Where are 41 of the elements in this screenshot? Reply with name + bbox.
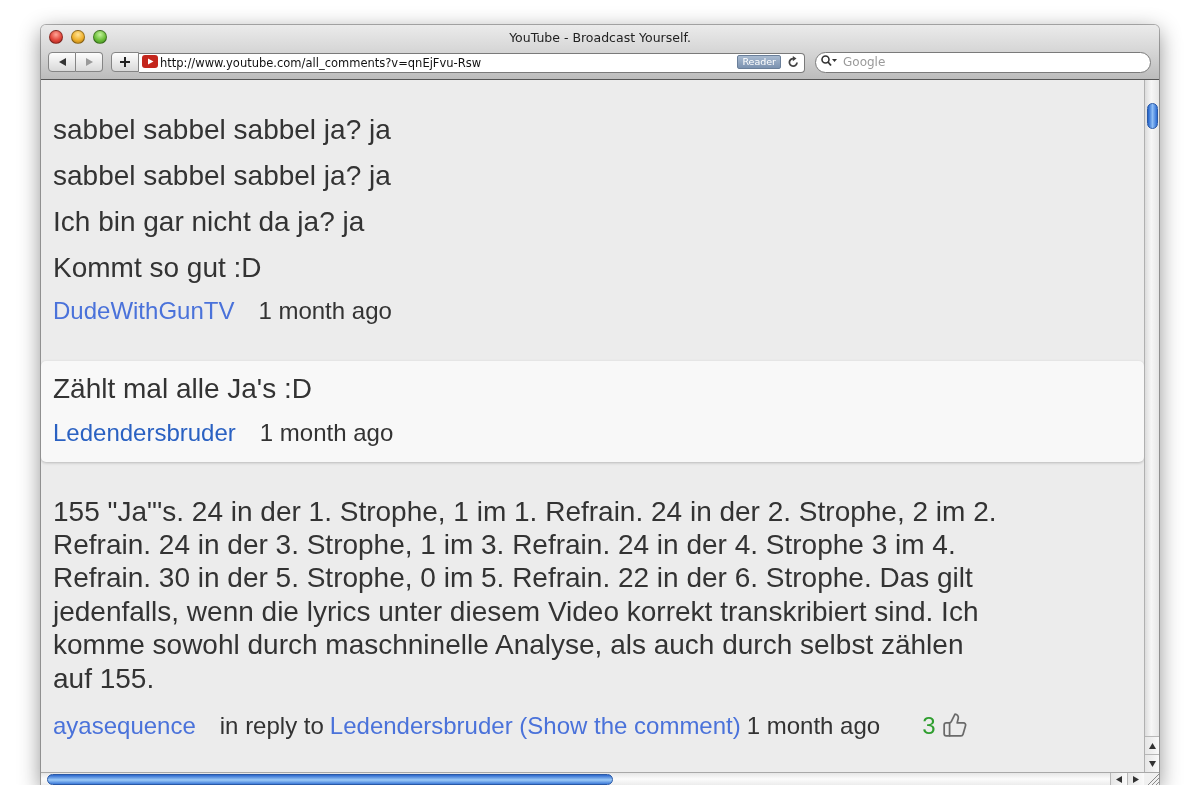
right-triangle-icon xyxy=(85,57,93,66)
search-icon xyxy=(821,55,838,67)
comment-text: Zählt mal alle Ja's :D xyxy=(53,372,313,406)
parent-comment-link[interactable]: Ledendersbruder (Show the comment) xyxy=(329,708,741,742)
comment-text: sabbel sabbel sabbel ja? ja xyxy=(53,159,392,193)
scroll-down-button[interactable] xyxy=(1145,754,1159,772)
vertical-scrollbar[interactable] xyxy=(1144,80,1159,772)
scroll-left-button[interactable] xyxy=(1110,773,1127,785)
reload-icon[interactable] xyxy=(788,55,799,68)
zoom-button[interactable] xyxy=(93,30,107,44)
right-triangle-icon xyxy=(1133,775,1139,783)
forward-button[interactable] xyxy=(76,51,103,72)
comment-time: 1 month ago xyxy=(258,296,392,326)
horizontal-scrollbar[interactable] xyxy=(41,773,1110,785)
scroll-thumb[interactable] xyxy=(1146,103,1158,129)
scroll-thumb[interactable] xyxy=(47,773,613,785)
left-triangle-icon xyxy=(1116,775,1122,783)
comment-text: 155 "Ja"'s. 24 in der 1. Strophe, 1 im 1. Refrain. 24 in der 2. Strophe, 2 im 2. Refrain. 24 in der 3. Strophe, 1 im 3. Refrain. 24 in der 4. Strophe 3 im 4. Refrain. 30 in der 5. Strophe, 0 im 5. Refrain. 22 in der 6. Strophe. Das gilt jedenfalls, wenn die lyrics unter diesem Video korrekt transkribiert sind. Ich komme sowohl durch maschninelle Analyse, als auch durch selbst zählen auf 155. xyxy=(53,494,998,695)
add-button[interactable] xyxy=(111,51,139,72)
comment-time: 1 month ago xyxy=(259,417,394,448)
close-button[interactable] xyxy=(49,30,63,44)
author-link[interactable]: DudeWithGunTV xyxy=(53,294,235,327)
thumbs-up-icon[interactable] xyxy=(941,712,968,739)
comment-text: Ich bin gar nicht da ja? ja xyxy=(53,205,366,239)
reply-label: in reply to xyxy=(219,710,324,741)
search-field[interactable]: Google xyxy=(815,51,1151,73)
author-link[interactable]: Ledendersbruder xyxy=(53,415,236,449)
scroll-right-button[interactable] xyxy=(1127,773,1144,785)
comment-time: 1 month ago xyxy=(746,710,881,741)
minimize-button[interactable] xyxy=(71,30,85,44)
comment-text: Kommt so gut :D xyxy=(53,251,263,285)
scroll-up-button[interactable] xyxy=(1145,736,1159,754)
back-button[interactable] xyxy=(48,51,76,72)
down-triangle-icon xyxy=(1148,760,1156,767)
author-link[interactable]: ayasequence xyxy=(53,708,196,742)
like-count: 3 xyxy=(922,710,936,741)
window-title: YouTube - Broadcast Yourself. xyxy=(509,28,691,45)
comment-text: sabbel sabbel sabbel ja? ja xyxy=(53,113,392,147)
up-triangle-icon xyxy=(1148,742,1156,749)
left-triangle-icon xyxy=(58,57,66,66)
plus-icon xyxy=(120,56,130,67)
